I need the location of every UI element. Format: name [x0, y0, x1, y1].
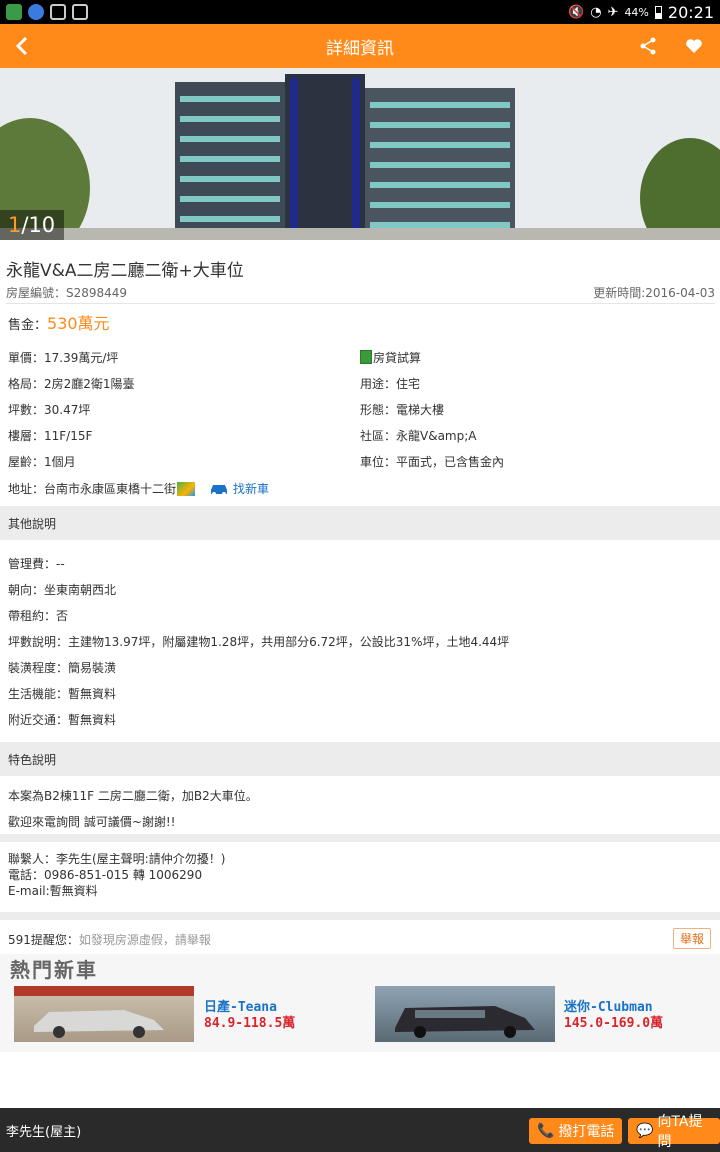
fraud-warning: 591提醒您： 如發現房源虛假，請舉報 — [0, 928, 720, 950]
heart-icon — [686, 39, 702, 53]
contact-phone: 電話：0986-851-015 轉 1006290 — [8, 868, 203, 882]
building-photo — [0, 68, 720, 240]
calculator-icon — [360, 350, 372, 364]
back-button[interactable] — [0, 24, 44, 68]
airplane-icon: ✈ — [607, 4, 619, 20]
other-item: 附近交通：暫無資料 — [8, 712, 117, 727]
price-row: 售金：530萬元 — [8, 310, 110, 334]
feature-line: 本案為B2棟11F 二房二廳二衛，加B2大車位。 — [8, 788, 258, 803]
divider — [0, 834, 720, 842]
mortgage-calc-label: 房貸試算 — [373, 350, 422, 365]
phone-icon: 📞 — [537, 1123, 555, 1139]
contact-info: 聯繫人：李先生(屋主聲明:請仲介勿擾！) 電話：0986-851-015 轉 1… — [8, 851, 225, 899]
photo-total: /10 — [21, 213, 56, 237]
wifi-icon: ◔ — [590, 4, 602, 20]
find-car-label: 找新車 — [233, 482, 270, 496]
detail-floor: 樓層：11F/15F — [8, 428, 93, 443]
mute-icon: 🔇 — [568, 4, 585, 20]
detail-age: 屋齡：1個月 — [8, 454, 76, 469]
other-item: 生活機能：暫無資料 — [8, 686, 117, 701]
listing-title: 永龍V&A二房二廳二衛+大車位 — [6, 261, 244, 281]
other-item: 朝向：坐東南朝西北 — [8, 582, 117, 597]
address-text: 地址：台南市永康區東橋十二街 — [8, 482, 177, 496]
contact-email: E-mail:暫無資料 — [8, 884, 98, 898]
property-details: 單價：17.39萬元/坪 房貸試算 格局：2房2廳2衛1陽臺 用途：住宅 坪數：3… — [8, 344, 712, 474]
detail-unit-price: 單價：17.39萬元/坪 — [8, 350, 119, 365]
hot-cars-ad[interactable]: 熱門新車 日產-Teana 84.9-118.5萬 迷你-Clubman 145… — [0, 954, 720, 1052]
detail-type: 形態：電梯大樓 — [360, 402, 445, 417]
page-title: 詳細資訊 — [326, 38, 394, 59]
car-icon — [211, 484, 228, 496]
other-item: 帶租約：否 — [8, 608, 69, 623]
detail-community: 社區：永龍V&amp;A — [360, 428, 477, 443]
chat-icon: 💬 — [636, 1123, 654, 1139]
clock: 20:21 — [667, 2, 714, 22]
other-info-header: 其他說明 — [0, 506, 720, 540]
ask-question-button[interactable]: 💬 向TA提問 — [628, 1114, 720, 1150]
battery-icon — [654, 5, 662, 19]
photo-counter: 1/10 — [0, 210, 64, 240]
divider — [0, 912, 720, 920]
features-header: 特色說明 — [0, 742, 720, 776]
listing-meta: 房屋編號：S2898449 更新時間:2016-04-03 — [6, 284, 715, 304]
listing-id: 房屋編號：S2898449 — [6, 286, 128, 300]
ad-car-2-price: 145.0-169.0萬 — [564, 1016, 664, 1031]
app-notification-icon — [6, 4, 22, 20]
photo-current-index: 1 — [8, 213, 22, 237]
feature-line: 歡迎來電詢問 誠可議價~謝謝!! — [8, 814, 176, 829]
features-text: 本案為B2棟11F 二房二廳二衛，加B2大車位。 歡迎來電詢問 誠可議價~謝謝!… — [8, 782, 258, 834]
map-icon[interactable] — [177, 481, 196, 496]
car-clubman-image — [395, 1006, 535, 1038]
price-value: 530萬元 — [47, 314, 110, 333]
detail-usage: 用途：住宅 — [360, 376, 421, 391]
ad-car-image-1[interactable] — [14, 986, 194, 1042]
other-item: 裝潢程度：簡易裝潢 — [8, 660, 117, 675]
ad-car-1-price: 84.9-118.5萬 — [204, 1016, 296, 1031]
mortgage-calc-link[interactable]: 房貸試算 — [360, 349, 421, 366]
image-notification-icon — [50, 4, 66, 20]
photo-carousel[interactable]: 1/10 — [0, 68, 720, 240]
report-button[interactable]: 舉報 — [672, 928, 711, 949]
other-item: 坪數說明：主建物13.97坪，附屬建物1.28坪，共用部分6.72坪，公設比31… — [8, 634, 510, 649]
detail-parking: 車位：平面式，已含售金內 — [360, 454, 505, 469]
listing-updated: 更新時間:2016-04-03 — [593, 286, 715, 300]
battery-percent: 44% — [624, 5, 649, 19]
call-label: 撥打電話 — [558, 1124, 615, 1140]
detail-layout: 格局：2房2廳2衛1陽臺 — [8, 376, 135, 391]
chevron-left-icon — [15, 36, 28, 56]
ask-label: 向TA提問 — [657, 1114, 703, 1150]
contact-person: 聯繫人：李先生(屋主聲明:請仲介勿擾！) — [8, 852, 226, 866]
share-button[interactable] — [628, 24, 668, 68]
call-button[interactable]: 📞 撥打電話 — [529, 1118, 623, 1144]
status-bar: 🔇 ◔ ✈ 44% 20:21 — [0, 0, 720, 24]
car-teana-image — [14, 986, 194, 1038]
price-label: 售金： — [8, 318, 48, 333]
find-car-link[interactable]: 找新車 — [209, 480, 269, 497]
top-nav-bar: 詳細資訊 — [0, 24, 720, 68]
warning-prefix: 591提醒您： — [8, 932, 79, 947]
favorite-button[interactable] — [674, 24, 714, 68]
warning-text: 如發現房源虛假，請舉報 — [78, 932, 211, 947]
address-row: 地址：台南市永康區東橋十二街 找新車 — [8, 480, 269, 497]
other-item: 管理費：-- — [8, 556, 65, 571]
bottom-action-bar: 李先生(屋主) 📞 撥打電話 💬 向TA提問 — [0, 1108, 720, 1152]
share-icon — [640, 37, 656, 55]
other-info-list: 管理費：-- 朝向：坐東南朝西北 帶租約：否 坪數說明：主建物13.97坪，附屬… — [8, 550, 509, 732]
ad-car-image-2[interactable] — [375, 986, 555, 1042]
keyboard-notification-icon — [28, 4, 44, 20]
download-notification-icon — [72, 4, 88, 20]
detail-area: 坪數：30.47坪 — [8, 402, 91, 417]
ad-title: 熱門新車 — [10, 958, 98, 982]
owner-name: 李先生(屋主) — [6, 1124, 82, 1140]
